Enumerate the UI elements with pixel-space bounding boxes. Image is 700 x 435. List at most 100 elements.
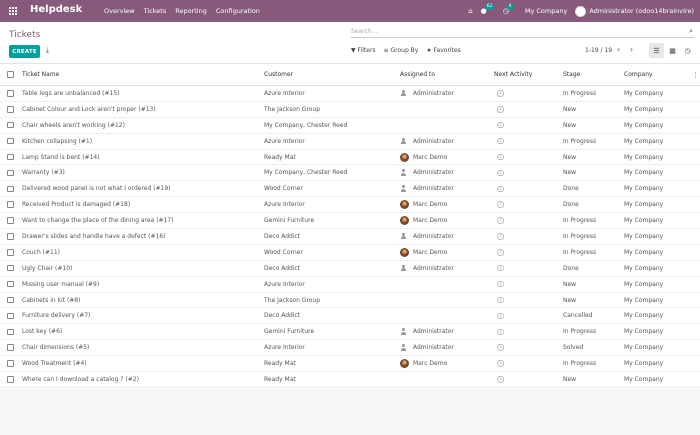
filters-button[interactable]: ▼ Filters — [351, 47, 376, 54]
table-row[interactable]: Kitchen collapsing (#1) Azure Interior Adm… — [0, 134, 700, 150]
group-by-button[interactable]: ≡ Group By — [384, 47, 419, 54]
next-activity[interactable] — [494, 150, 558, 165]
table-row[interactable]: Missing user manual (#9) Azure Interior Ne… — [0, 277, 700, 293]
activity-clock-icon[interactable] — [497, 360, 504, 367]
search-icon[interactable]: ⌕ — [689, 27, 693, 36]
optional-columns-icon[interactable]: ⋮ — [692, 64, 698, 85]
row-checkbox[interactable] — [7, 308, 16, 323]
search-input[interactable]: Search... ⌕ — [350, 27, 694, 38]
table-row[interactable]: Delivered wood panel is not what I order… — [0, 181, 700, 198]
pager-previous-icon[interactable]: ‹ — [617, 45, 620, 54]
row-checkbox[interactable] — [7, 165, 16, 180]
row-checkbox[interactable] — [7, 213, 16, 228]
row-checkbox[interactable] — [7, 102, 16, 117]
next-activity[interactable] — [494, 118, 558, 133]
menu-item-overview[interactable]: Overview — [104, 7, 135, 15]
list-view-icon[interactable]: ☰ — [649, 43, 664, 58]
row-checkbox[interactable] — [7, 293, 16, 308]
table-row[interactable]: Wood Treatment (#4) Ready Mat Marc Demo In … — [0, 356, 700, 373]
table-row[interactable]: Cabinet Colour and Lock aren't proper (#… — [0, 102, 700, 118]
activity-clock-icon[interactable] — [497, 201, 504, 208]
next-activity[interactable] — [494, 86, 558, 101]
table-row[interactable]: Lamp Stand is bent (#14) Ready Mat Marc De… — [0, 150, 700, 166]
activity-clock-icon[interactable] — [497, 137, 504, 145]
app-brand[interactable]: Helpdesk — [30, 4, 82, 15]
row-checkbox[interactable] — [7, 261, 16, 276]
row-checkbox[interactable] — [7, 324, 16, 339]
next-activity[interactable] — [494, 308, 558, 323]
activity-clock-icon[interactable]: ◷ 4 — [503, 4, 514, 15]
next-activity[interactable] — [494, 372, 558, 387]
activity-view-icon[interactable]: ◷ — [680, 43, 695, 58]
activity-clock-icon[interactable] — [497, 106, 504, 113]
row-checkbox[interactable] — [7, 229, 16, 244]
next-activity[interactable] — [494, 293, 558, 308]
menu-item-tickets[interactable]: Tickets — [144, 7, 167, 15]
row-checkbox[interactable] — [7, 86, 16, 101]
row-checkbox[interactable] — [7, 340, 16, 355]
apps-menu-icon[interactable] — [9, 7, 17, 15]
column-company[interactable]: Company — [624, 64, 694, 85]
activity-clock-icon[interactable] — [497, 153, 504, 161]
column-assigned-to[interactable]: Assigned to — [400, 64, 492, 85]
row-checkbox[interactable] — [7, 118, 16, 133]
activity-clock-icon[interactable] — [497, 90, 504, 97]
column-ticket-name[interactable]: Ticket Name — [22, 64, 257, 85]
activity-clock-icon[interactable] — [497, 376, 504, 383]
table-row[interactable]: Cabinets in kit (#8) The Jackson Group New… — [0, 293, 700, 309]
table-row[interactable]: Furniture delivery (#7) Deco Addict Cancel… — [0, 308, 700, 325]
table-row[interactable]: Received Product is damaged (#18) Azure I… — [0, 197, 700, 214]
table-row[interactable]: Chair wheels aren't working (#12) My Comp… — [0, 118, 700, 134]
next-activity[interactable] — [494, 261, 558, 276]
next-activity[interactable] — [494, 197, 558, 212]
row-checkbox[interactable] — [7, 197, 16, 212]
table-row[interactable]: Want to change the place of the dining a… — [0, 213, 700, 230]
activity-clock-icon[interactable] — [497, 296, 504, 304]
activity-clock-icon[interactable] — [497, 280, 504, 288]
table-row[interactable]: Warranty (#3) My Company, Chester Reed Adm… — [0, 165, 700, 182]
table-row[interactable]: Ugly Chair (#10) Deco Addict Administrator… — [0, 261, 700, 277]
select-all-checkbox[interactable] — [7, 64, 16, 85]
row-checkbox[interactable] — [7, 356, 16, 371]
create-button[interactable]: CREATE — [9, 45, 40, 58]
row-checkbox[interactable] — [7, 181, 16, 196]
pager-next-icon[interactable]: › — [630, 45, 633, 54]
activity-clock-icon[interactable] — [497, 328, 504, 336]
table-row[interactable]: Table legs are unbalanced (#15) Azure Int… — [0, 86, 700, 102]
row-checkbox[interactable] — [7, 150, 16, 165]
activity-clock-icon[interactable] — [497, 217, 504, 224]
table-row[interactable]: Drawer's slides and handle have a defect… — [0, 229, 700, 245]
row-checkbox[interactable] — [7, 277, 16, 292]
table-row[interactable]: Chair dimensions (#5) Azure Interior Admin… — [0, 340, 700, 357]
table-row[interactable]: Couch (#11) Wood Corner Marc Demo In Progre… — [0, 245, 700, 261]
favorites-button[interactable]: ★ Favorites — [426, 47, 460, 54]
company-switcher[interactable]: My Company — [525, 7, 567, 15]
next-activity[interactable] — [494, 229, 558, 244]
menu-item-reporting[interactable]: Reporting — [175, 7, 207, 15]
activity-clock-icon[interactable] — [497, 312, 504, 320]
activity-clock-icon[interactable] — [497, 185, 504, 193]
next-activity[interactable] — [494, 356, 558, 371]
next-activity[interactable] — [494, 213, 558, 228]
chat-icon[interactable]: ● 62 — [481, 4, 495, 15]
pager-value[interactable]: 1-19 / 19 — [585, 47, 612, 54]
home-icon[interactable]: ⌂ — [468, 7, 472, 15]
kanban-view-icon[interactable]: ▦ — [665, 43, 680, 58]
next-activity[interactable] — [494, 340, 558, 355]
next-activity[interactable] — [494, 102, 558, 117]
menu-item-configuration[interactable]: Configuration — [216, 7, 260, 15]
next-activity[interactable] — [494, 165, 558, 180]
activity-clock-icon[interactable] — [497, 249, 504, 256]
next-activity[interactable] — [494, 245, 558, 260]
activity-clock-icon[interactable] — [497, 169, 504, 177]
next-activity[interactable] — [494, 134, 558, 149]
row-checkbox[interactable] — [7, 245, 16, 260]
activity-clock-icon[interactable] — [497, 233, 504, 240]
row-checkbox[interactable] — [7, 372, 16, 387]
user-menu[interactable]: Administrator (odoo14brainvire) — [575, 5, 694, 17]
next-activity[interactable] — [494, 181, 558, 196]
table-row[interactable]: Where can I download a catalog ? (#2) Rea… — [0, 372, 700, 388]
activity-clock-icon[interactable] — [497, 121, 504, 129]
download-icon[interactable]: ⤓ — [46, 46, 49, 55]
column-stage[interactable]: Stage — [563, 64, 621, 85]
